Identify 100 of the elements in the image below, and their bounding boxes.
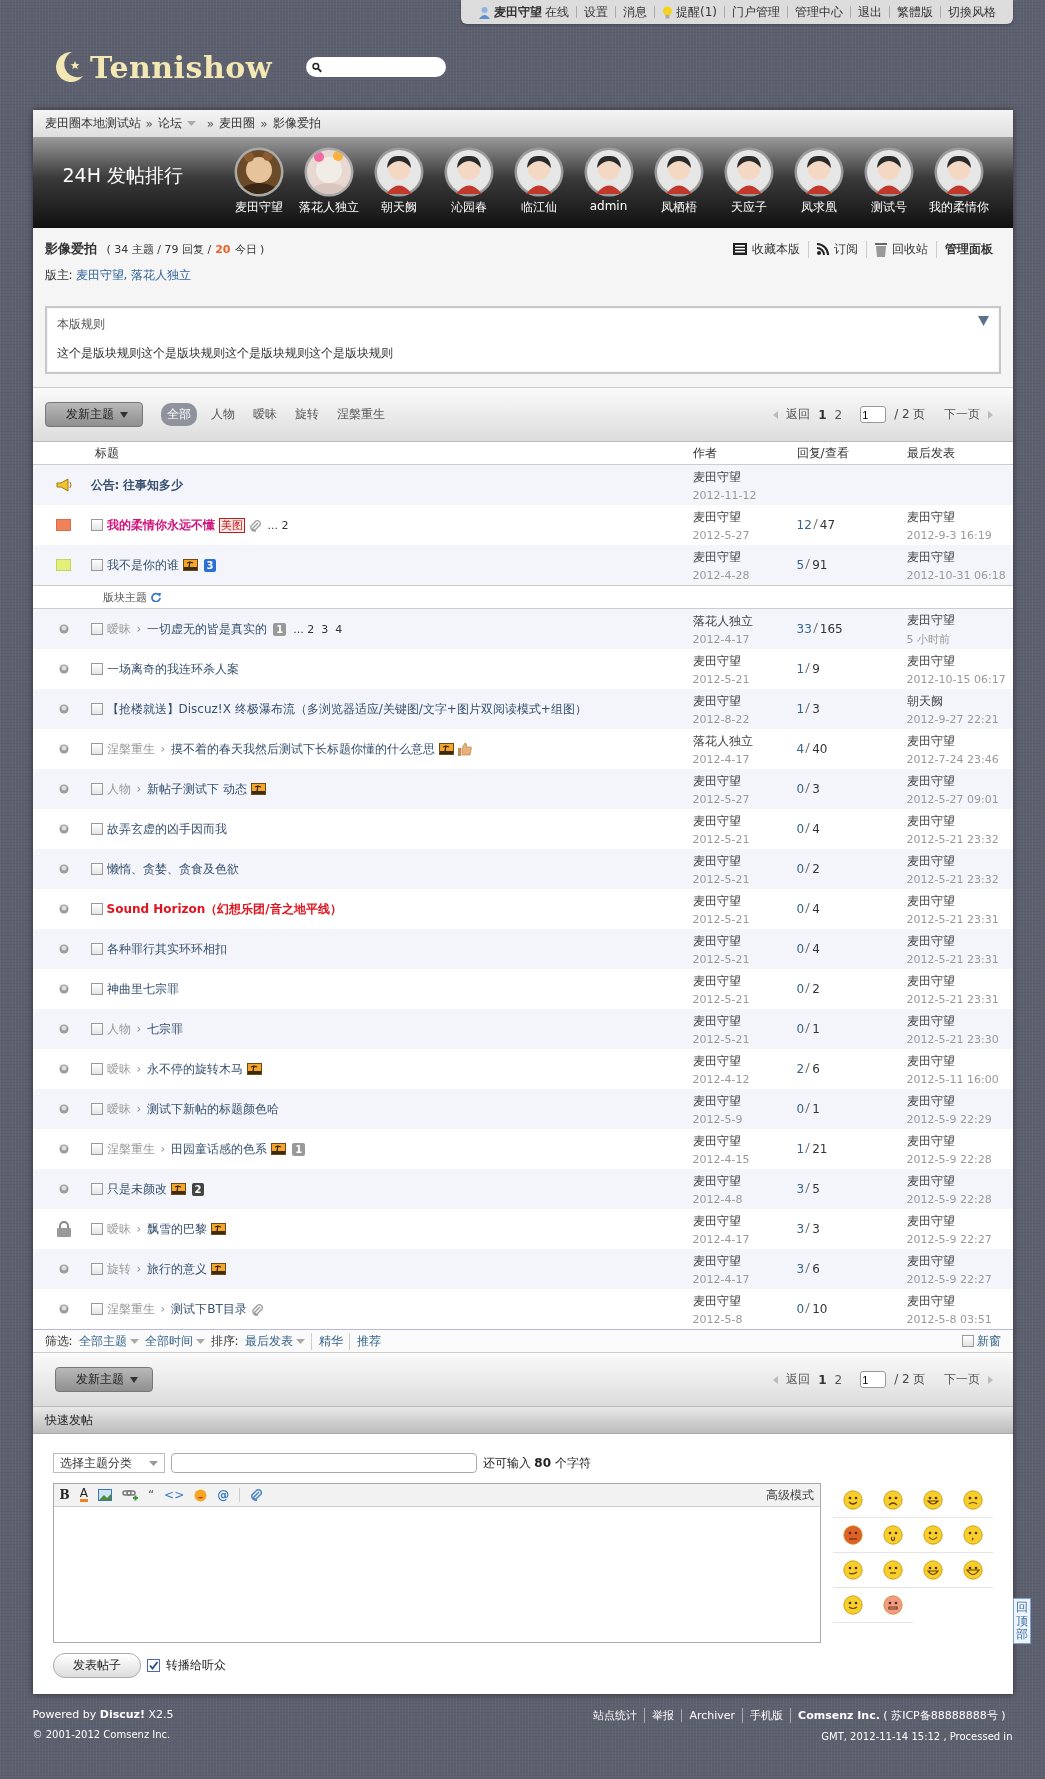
username-link[interactable]: 麦田守望 [494,3,542,21]
checkbox[interactable] [90,983,103,995]
username-link[interactable]: 凤求凰 [800,199,837,216]
author-link[interactable]: 麦田守望 [692,892,797,910]
author-link[interactable]: 落花人独立 [692,612,797,630]
caret-icon[interactable] [129,1338,139,1344]
author-link[interactable]: 麦田守望 [692,508,797,526]
checkbox[interactable] [90,863,103,875]
author-link[interactable]: 麦田守望 [692,1052,797,1070]
page-link[interactable]: 1 [818,1372,827,1387]
thread-title-link[interactable]: 只是未颜改 [106,1180,167,1198]
smiley-icon[interactable] [882,1595,903,1615]
smiley-icon[interactable] [842,1595,863,1615]
author-link[interactable]: 麦田守望 [692,1012,797,1030]
sort-dropdown[interactable]: 最后发表 [244,1332,293,1350]
last-poster-link[interactable]: 朝天阙 [906,692,1013,710]
top-nav-link[interactable]: 退出 [858,3,882,21]
type-filter-tab[interactable]: 旋转 [290,404,323,425]
default-avatar-icon[interactable] [723,147,774,197]
page-input[interactable]: 1 [860,406,887,423]
default-avatar-icon[interactable] [513,147,564,197]
image-tool-button[interactable] [97,1489,112,1501]
smiley-icon[interactable] [882,1560,903,1580]
checkbox[interactable] [90,623,103,635]
author-link[interactable]: 麦田守望 [692,932,797,950]
online-status-link[interactable]: 在线 [545,3,569,21]
checkbox[interactable] [90,1303,103,1315]
default-avatar-icon[interactable] [583,147,634,197]
checkbox[interactable] [90,1263,103,1275]
page-links[interactable]: ... 2 3 4 [293,622,343,636]
thread-title-link[interactable]: 新帖子测试下 动态 [147,780,248,798]
thread-title-link[interactable]: 神曲里七宗罪 [106,980,179,998]
smiley-icon[interactable] [962,1490,983,1510]
author-link[interactable]: 麦田守望 [692,1252,797,1270]
next-page-link[interactable]: 下一页 [943,1371,980,1388]
thread-title-link[interactable]: 公告: 往事知多少 [90,476,184,494]
username-link[interactable]: 麦田守望 [234,199,283,216]
default-avatar-icon[interactable] [653,147,704,197]
checkbox[interactable] [146,1659,160,1672]
author-link[interactable]: 麦田守望 [692,772,797,790]
last-poster-link[interactable]: 麦田守望 [906,812,1013,830]
thread-title-link[interactable]: 永不停的旋转木马 [147,1060,244,1078]
author-link[interactable]: 麦田守望 [692,852,797,870]
author-link[interactable]: 麦田守望 [692,692,797,710]
category-select[interactable]: 选择主题分类 [52,1453,165,1473]
thread-title-link[interactable]: 【抢楼就送】Discuz!X 终极瀑布流（多浏览器适应/关键图/文字+图片双阅读模式+组图） [106,700,587,718]
top-nav-link[interactable]: 管理中心 [795,3,843,21]
thread-title-link[interactable]: 故弄玄虚的凶手因而我 [106,820,227,838]
page-link[interactable]: 2 [834,1372,843,1387]
breadcrumb-link[interactable]: 影像爱拍 [272,115,321,132]
checkbox[interactable] [90,559,103,571]
thread-title-link[interactable]: 飘雪的巴黎 [147,1220,208,1238]
last-poster-link[interactable]: 麦田守望 [906,508,1013,526]
caret-icon[interactable] [295,1338,305,1344]
back-link[interactable]: 返回 [786,1371,811,1388]
attachment-tool-button[interactable] [239,1488,263,1502]
last-poster-link[interactable]: 麦田守望 [906,1092,1013,1110]
thread-title-link[interactable]: 测试下BT目录 [171,1300,247,1318]
type-filter-tab[interactable]: 人物 [206,404,239,425]
bold-tool-button[interactable]: B [59,1488,70,1502]
link-tool-button[interactable] [121,1489,138,1501]
author-link[interactable]: 麦田守望 [692,468,797,486]
default-avatar-icon[interactable] [933,147,984,197]
author-link[interactable]: 麦田守望 [692,812,797,830]
smiley-icon[interactable] [882,1525,903,1545]
search-field[interactable] [306,57,447,77]
filter-link[interactable]: 推荐 [348,1332,381,1350]
thread-title-link[interactable]: 一场离奇的我连环杀人案 [106,660,239,678]
thread-title-link[interactable]: 各种罪行其实环环相扣 [106,940,227,958]
page-link[interactable]: 1 [818,407,827,422]
breadcrumb-link[interactable]: 论坛 [157,115,182,132]
last-poster-link[interactable]: 麦田守望 [906,1212,1013,1230]
thread-title-link[interactable]: 测试下新帖的标题颜色哈 [147,1100,280,1118]
type-filter-tab[interactable]: 暧昧 [248,404,281,425]
page-link[interactable]: 2 [834,407,843,422]
footer-link[interactable]: 举报 [644,1708,682,1723]
checkbox[interactable] [90,663,103,675]
checkbox[interactable] [90,1063,103,1075]
last-poster-link[interactable]: 麦田守望 [906,548,1013,566]
footer-link[interactable]: Archiver [681,1709,743,1722]
top-nav-link[interactable]: 切換风格 [948,3,996,21]
author-link[interactable]: 麦田守望 [692,972,797,990]
checkbox[interactable] [90,823,103,835]
moderator-link[interactable]: 麦田守望, 落花人独立 [75,268,192,282]
refresh-icon[interactable] [150,592,161,602]
smiley-icon[interactable] [962,1525,983,1545]
filter-dropdown[interactable]: 全部时间 [144,1332,193,1350]
username-link[interactable]: 沁园春 [450,199,487,216]
last-poster-link[interactable]: 麦田守望 [906,892,1013,910]
default-avatar-icon[interactable] [443,147,494,197]
last-poster-link[interactable]: 麦田守望 [906,1132,1013,1150]
smiley-icon[interactable] [842,1490,863,1510]
footer-link[interactable]: 站点统计 [586,1708,645,1723]
checkbox[interactable] [90,943,103,955]
default-avatar-icon[interactable] [373,147,424,197]
checkbox[interactable] [90,903,103,915]
author-link[interactable]: 麦田守望 [692,1092,797,1110]
author-link[interactable]: 麦田守望 [692,1292,797,1310]
checkbox[interactable] [90,783,103,795]
username-link[interactable]: 凤栖梧 [660,199,697,216]
